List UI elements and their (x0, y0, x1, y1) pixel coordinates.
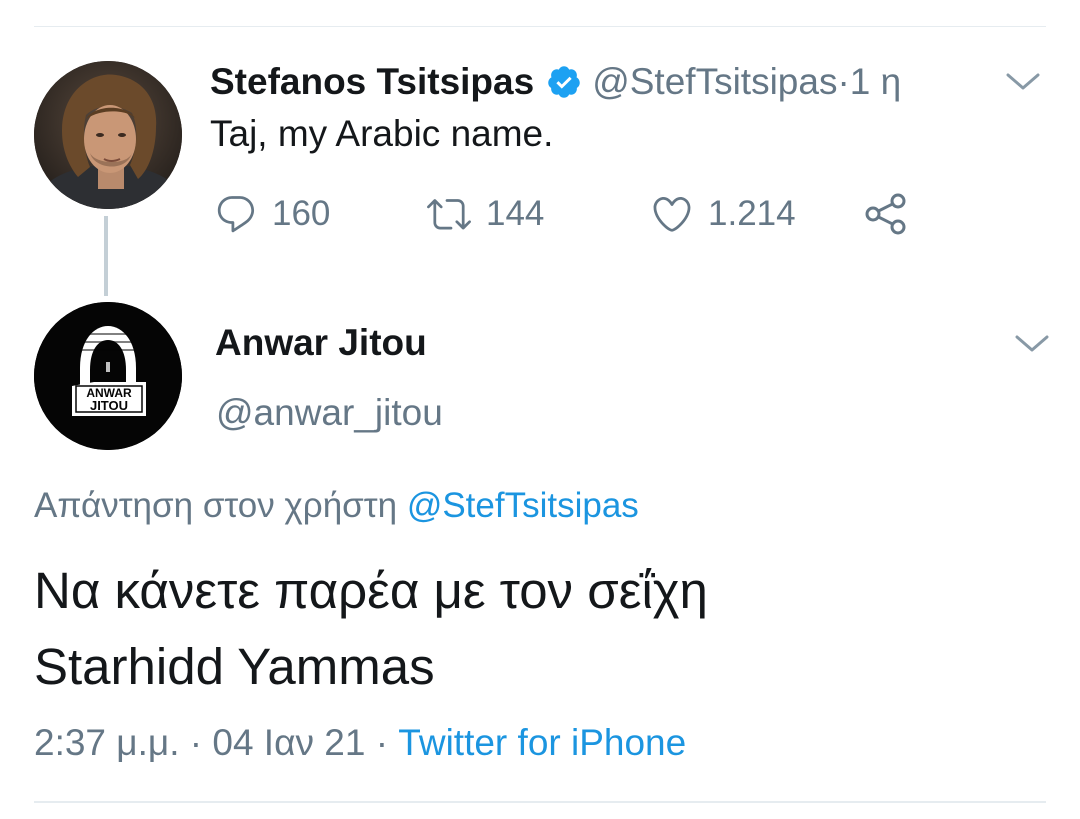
avatar-text-line2: JITOU (90, 398, 128, 413)
parent-tweet-header: Stefanos Tsitsipas @StefTsitsipas · 1 η (210, 56, 901, 108)
time-separator: · (837, 61, 850, 102)
chevron-down-icon[interactable] (1006, 72, 1040, 92)
retweet-count: 144 (486, 194, 545, 233)
like-count: 1.214 (708, 194, 796, 233)
heart-icon (653, 196, 691, 232)
verified-badge-icon (548, 66, 580, 98)
replying-to-prefix: Απάντηση στον χρήστη (34, 486, 407, 525)
bottom-divider (34, 801, 1046, 803)
parent-handle[interactable]: @StefTsitsipas (592, 61, 837, 103)
like-action[interactable]: 1.214 (650, 190, 796, 238)
reply-count: 160 (272, 194, 331, 233)
tweet-meta: 2:37 μ.μ. · 04 Ιαν 21 · Twitter for iPho… (34, 722, 686, 764)
parent-tweet-text: Taj, my Arabic name. (210, 113, 554, 154)
speech-bubble-icon (217, 196, 255, 233)
reply-display-name[interactable]: Anwar Jitou (215, 322, 427, 364)
thread-connector (104, 216, 108, 296)
parent-display-name[interactable]: Stefanos Tsitsipas (210, 61, 534, 103)
retweet-icon (427, 199, 471, 230)
tweet-source[interactable]: Twitter for iPhone (398, 722, 686, 763)
profile-photo-icon (34, 61, 182, 209)
anwar-avatar[interactable]: ANWAR JITOU (34, 302, 182, 450)
replying-to-mention[interactable]: @StefTsitsipas (407, 486, 639, 525)
stefanos-avatar[interactable] (34, 61, 182, 209)
reply-handle[interactable]: @anwar_jitou (216, 392, 443, 434)
reply-action[interactable]: 160 (214, 190, 330, 238)
tweet-timestamp: 2:37 μ.μ. · 04 Ιαν 21 · (34, 722, 399, 763)
parent-timestamp[interactable]: 1 η (850, 61, 901, 103)
retweet-action[interactable]: 144 (426, 190, 544, 238)
replying-to: Απάντηση στον χρήστη @StefTsitsipas (34, 486, 639, 526)
chevron-down-icon[interactable] (1015, 334, 1049, 354)
top-divider (34, 26, 1046, 27)
share-action[interactable] (862, 190, 910, 238)
share-icon (865, 193, 906, 235)
anwar-logo: ANWAR JITOU (34, 302, 182, 450)
reply-tweet-text-line1: Να κάνετε παρέα με τον σεΐχη (34, 562, 708, 619)
reply-tweet-text-line2: Starhidd Yammas (34, 638, 435, 695)
